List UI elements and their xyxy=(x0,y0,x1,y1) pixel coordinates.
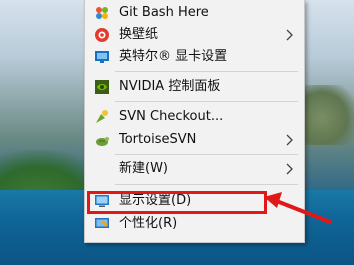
tortoisesvn-icon xyxy=(94,132,110,148)
menu-item-label: Git Bash Here xyxy=(119,5,209,20)
svn-checkout-icon xyxy=(94,109,110,125)
menu-item-new[interactable]: 新建(W) xyxy=(85,158,304,180)
chevron-right-icon xyxy=(286,163,293,175)
highlight-box xyxy=(87,191,267,214)
intel-graphics-icon xyxy=(94,49,110,65)
wallpaper-icon xyxy=(94,27,110,43)
nvidia-icon xyxy=(94,79,110,95)
menu-separator xyxy=(115,71,298,72)
menu-item-label: NVIDIA 控制面板 xyxy=(119,79,221,94)
chevron-right-icon xyxy=(286,29,293,41)
menu-item-tortoisesvn[interactable]: TortoiseSVN xyxy=(85,129,304,151)
menu-item-label: 新建(W) xyxy=(119,161,168,176)
personalize-icon xyxy=(94,216,110,232)
menu-separator xyxy=(115,101,298,102)
red-arrow-icon xyxy=(264,192,332,224)
menu-item-intel-graphics[interactable]: 英特尔® 显卡设置 xyxy=(85,46,304,68)
menu-item-label: TortoiseSVN xyxy=(119,132,197,147)
menu-item-label: 英特尔® 显卡设置 xyxy=(119,49,228,64)
menu-item-label: SVN Checkout... xyxy=(119,109,224,124)
menu-separator xyxy=(115,154,298,155)
menu-item-svn-checkout[interactable]: SVN Checkout... xyxy=(85,106,304,128)
git-bash-icon xyxy=(94,5,110,21)
menu-item-label: 个性化(R) xyxy=(119,216,178,231)
menu-separator xyxy=(115,184,298,185)
menu-item-change-wallpaper[interactable]: 换壁纸 xyxy=(85,24,304,46)
menu-item-label: 换壁纸 xyxy=(119,27,159,42)
chevron-right-icon xyxy=(286,134,293,146)
wallpaper-hill xyxy=(300,85,354,145)
menu-item-git-bash-here[interactable]: Git Bash Here xyxy=(85,2,304,24)
menu-item-nvidia-control-panel[interactable]: NVIDIA 控制面板 xyxy=(85,76,304,98)
